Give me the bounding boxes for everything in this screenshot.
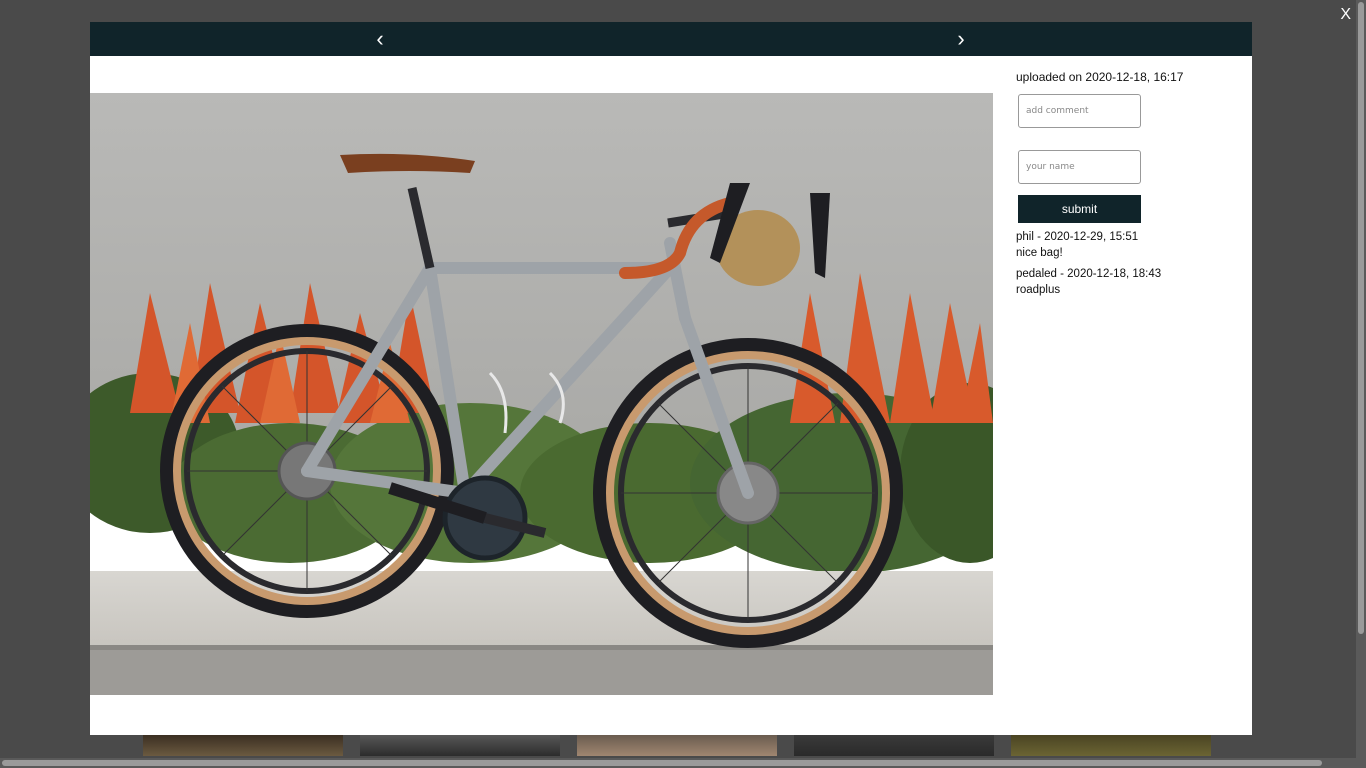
background-thumbnail[interactable] [577,735,777,756]
name-input[interactable] [1018,150,1141,184]
image-sidebar: uploaded on 2020-12-18, 16:17 submit phi… [1016,70,1236,298]
comment-meta: pedaled - 2020-12-18, 18:43 [1016,268,1162,280]
comment-item: phil - 2020-12-29, 15:51 nice bag! [1016,229,1236,261]
comment-text: roadplus [1016,284,1061,296]
chevron-right-icon[interactable]: › [951,26,971,52]
comment-input[interactable] [1018,94,1141,128]
bicycle-photo [90,93,993,695]
background-thumbnail[interactable] [794,735,994,756]
comment-item: pedaled - 2020-12-18, 18:43 roadplus [1016,266,1236,298]
background-thumbnail[interactable] [1011,735,1211,756]
horizontal-scrollbar[interactable] [0,758,1356,768]
submit-button[interactable]: submit [1018,195,1141,223]
comment-meta: phil - 2020-12-29, 15:51 [1016,231,1139,243]
lightbox-modal: ‹ › uploaded on 2020-12-18, 16:17 add co… [90,22,1252,735]
close-icon[interactable]: X [1340,6,1351,24]
horizontal-scrollbar-thumb[interactable] [2,760,1322,766]
vertical-scrollbar-thumb[interactable] [1358,2,1364,634]
background-thumbnail[interactable] [360,735,560,756]
upload-timestamp: uploaded on 2020-12-18, 16:17 [1016,70,1184,84]
vertical-scrollbar[interactable] [1356,0,1366,768]
background-thumbnail[interactable] [143,735,343,756]
chevron-left-icon[interactable]: ‹ [370,26,390,52]
modal-nav-bar: ‹ › [90,22,1252,56]
comment-text: nice bag! [1016,247,1063,259]
